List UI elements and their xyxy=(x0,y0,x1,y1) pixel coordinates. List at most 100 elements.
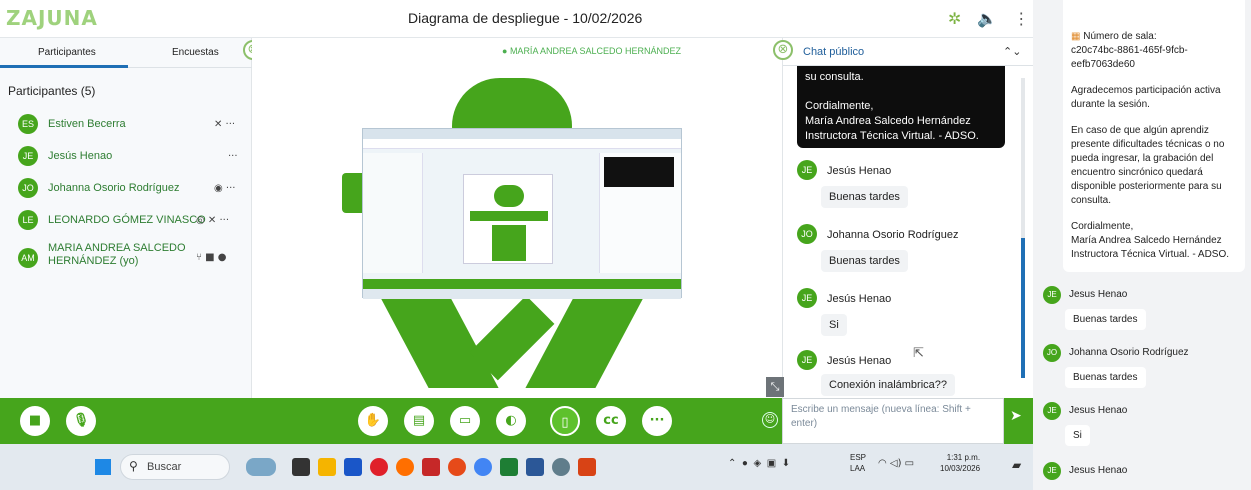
pinned-line: su consulta. xyxy=(805,71,864,83)
signature-role: Instructora Técnica Virtual. - ADSO. xyxy=(1071,249,1230,260)
avatar: JE xyxy=(1043,462,1061,480)
participant-name: Johanna Osorio Rodríguez xyxy=(48,182,180,194)
logo-right-leg-shape xyxy=(525,288,649,388)
send-icon[interactable]: ➤ xyxy=(1010,408,1022,424)
avatar: JO xyxy=(18,178,38,198)
screen-share-button[interactable]: ▭ xyxy=(450,406,480,436)
widgets-icon[interactable] xyxy=(246,458,276,476)
message-author: Jesús Henao xyxy=(827,293,892,305)
participant-status-icons[interactable]: ··· xyxy=(228,151,238,162)
keyboard-layout: LAA xyxy=(850,464,866,473)
pinned-message: su consulta. Cordialmente, María Andrea … xyxy=(797,66,1005,148)
message-author: Jesus Henao xyxy=(1069,405,1128,416)
participants-tabs: Participantes Encuestas xyxy=(0,38,252,68)
captions-button[interactable]: cc xyxy=(596,406,626,436)
avatar: JO xyxy=(1043,344,1061,362)
chat-message-input[interactable]: Escribe un mensaje (nueva línea: Shift +… xyxy=(782,398,1004,444)
participant-name: Jesús Henao xyxy=(48,150,113,162)
microphone-button[interactable]: 🎙 xyxy=(66,406,96,436)
message-bubble: Buenas tardes xyxy=(1065,367,1146,388)
participant-row[interactable]: ES Estiven Becerra ✕ ··· xyxy=(6,114,246,138)
avatar: JE xyxy=(797,350,817,370)
chat-title: Chat público xyxy=(803,46,865,58)
settings-icon[interactable]: ✲ xyxy=(948,9,961,28)
word-icon[interactable] xyxy=(526,458,544,476)
shared-screen-addressbar xyxy=(363,139,681,149)
shared-screen-taskbar xyxy=(363,289,681,299)
shared-screen-tabs xyxy=(363,129,681,139)
avatar: JE xyxy=(1043,286,1061,304)
system-tray-icons[interactable]: ⌃ ● ◈ ▣ ⬇ xyxy=(728,458,790,469)
excel-icon[interactable] xyxy=(500,458,518,476)
chat-menu-chevron-icon[interactable]: ⌃⌄ xyxy=(1003,45,1021,58)
wifi-volume-battery-icon[interactable]: ◠ ◁) ▭ xyxy=(878,458,914,469)
shared-screen xyxy=(362,128,682,299)
raise-hand-button[interactable]: ✋ xyxy=(358,406,388,436)
participant-row[interactable]: AM MARIA ANDREA SALCEDO HERNÁNDEZ (yo) ⑂… xyxy=(6,242,246,276)
participant-name-line1: MARIA ANDREA SALCEDO xyxy=(48,242,186,254)
tab-participants[interactable]: Participantes xyxy=(38,47,96,58)
camera-button[interactable]: ■ xyxy=(20,406,50,436)
clock[interactable]: 1:31 p.m. 10/03/2026 xyxy=(940,452,980,474)
notifications-icon[interactable]: ▰ xyxy=(1012,458,1021,472)
tab-polls[interactable]: Encuestas xyxy=(172,47,219,58)
firefox-icon[interactable] xyxy=(396,458,414,476)
mouse-cursor-icon: ⇱ xyxy=(913,346,924,361)
settings-app-icon[interactable] xyxy=(552,458,570,476)
app-icon[interactable] xyxy=(448,458,466,476)
message-author: Jesus Henao xyxy=(1069,465,1128,476)
presenter-name: MARÍA ANDREA SALCEDO HERNÁNDEZ xyxy=(509,46,681,56)
room-id: c20c74bc-8861-465f-9fcb- xyxy=(1071,45,1188,56)
emoji-icon[interactable]: ☺ xyxy=(762,412,778,428)
store-icon[interactable] xyxy=(344,458,362,476)
participant-row[interactable]: LE LEONARDO GÓMEZ VINASCO ◎ ✕ ··· xyxy=(6,210,246,234)
presentation-stage: ● MARÍA ANDREA SALCEDO HERNÁNDEZ xyxy=(252,38,782,398)
chat-scrollbar-thumb[interactable] xyxy=(1021,238,1025,378)
speaker-icon[interactable]: 🔈 xyxy=(977,9,997,28)
participant-name: MARIA ANDREA SALCEDO HERNÁNDEZ (yo) xyxy=(48,242,186,268)
participant-row[interactable]: JE Jesús Henao ··· xyxy=(6,146,246,170)
language-code: ESP xyxy=(850,453,867,462)
avatar: JE xyxy=(797,160,817,180)
clock-date: 10/03/2026 xyxy=(940,464,981,473)
participant-status-icons[interactable]: ◉ ··· xyxy=(214,183,235,194)
participant-status-icons[interactable]: ✕ ··· xyxy=(214,119,235,130)
logo-left-leg-shape xyxy=(375,288,499,388)
avatar: JO xyxy=(797,224,817,244)
message-bubble: Si xyxy=(1065,425,1090,446)
chat-panel: ⊗ Chat público ⌃⌄ su consulta. Cordialme… xyxy=(766,38,1034,398)
participant-status-icons[interactable]: ◎ ✕ ··· xyxy=(196,215,229,226)
pinned-line: Cordialmente, xyxy=(805,100,874,112)
message-bubble: Conexión inalámbrica?? xyxy=(821,374,956,396)
more-icon[interactable]: ⋮ xyxy=(1013,9,1029,28)
chrome-icon[interactable] xyxy=(474,458,492,476)
nested-logo-arms xyxy=(470,211,548,221)
participant-row[interactable]: JO Johanna Osorio Rodríguez ◉ ··· xyxy=(6,178,246,202)
opera-icon[interactable] xyxy=(370,458,388,476)
task-view-icon[interactable] xyxy=(292,458,310,476)
reactions-button[interactable]: ◐ xyxy=(496,406,526,436)
more-options-button[interactable]: ··· xyxy=(642,406,672,436)
powerpoint-icon[interactable] xyxy=(578,458,596,476)
participants-count-title: Participantes (5) xyxy=(8,84,96,98)
close-chat-icon[interactable]: ⊗ xyxy=(773,40,793,60)
language-indicator[interactable]: ESP LAA xyxy=(850,452,866,474)
nested-logo-body xyxy=(492,225,526,261)
expand-icon[interactable]: ⤡ xyxy=(766,377,784,397)
whiteboard-button[interactable]: ▯ xyxy=(550,406,580,436)
mail-icon[interactable] xyxy=(422,458,440,476)
nested-logo-shape xyxy=(494,185,524,207)
chat-button[interactable]: ▤ xyxy=(404,406,434,436)
participant-status-icons[interactable]: ⑂ ■ ● xyxy=(196,252,227,263)
file-explorer-icon[interactable] xyxy=(318,458,336,476)
recording-note: En caso de que algún aprendiz presente d… xyxy=(1071,125,1225,206)
taskbar-search[interactable]: ⚲ Buscar xyxy=(120,454,230,480)
message-author: Jesus Henao xyxy=(1069,289,1128,300)
participants-panel: Participantes Encuestas Participantes (5… xyxy=(0,38,252,398)
message-bubble: Si xyxy=(821,314,847,336)
controls-bar: ■ 🎙 ✋ ▤ ▭ ◐ ▯ cc ··· ☺ Escribe un mensaj… xyxy=(0,398,1033,444)
top-actions: ✲ 🔈 ⋮ xyxy=(948,9,1029,28)
presenter-label: ● MARÍA ANDREA SALCEDO HERNÁNDEZ xyxy=(502,46,681,56)
windows-start-icon[interactable] xyxy=(95,459,111,475)
message-author: Jesús Henao xyxy=(827,165,892,177)
